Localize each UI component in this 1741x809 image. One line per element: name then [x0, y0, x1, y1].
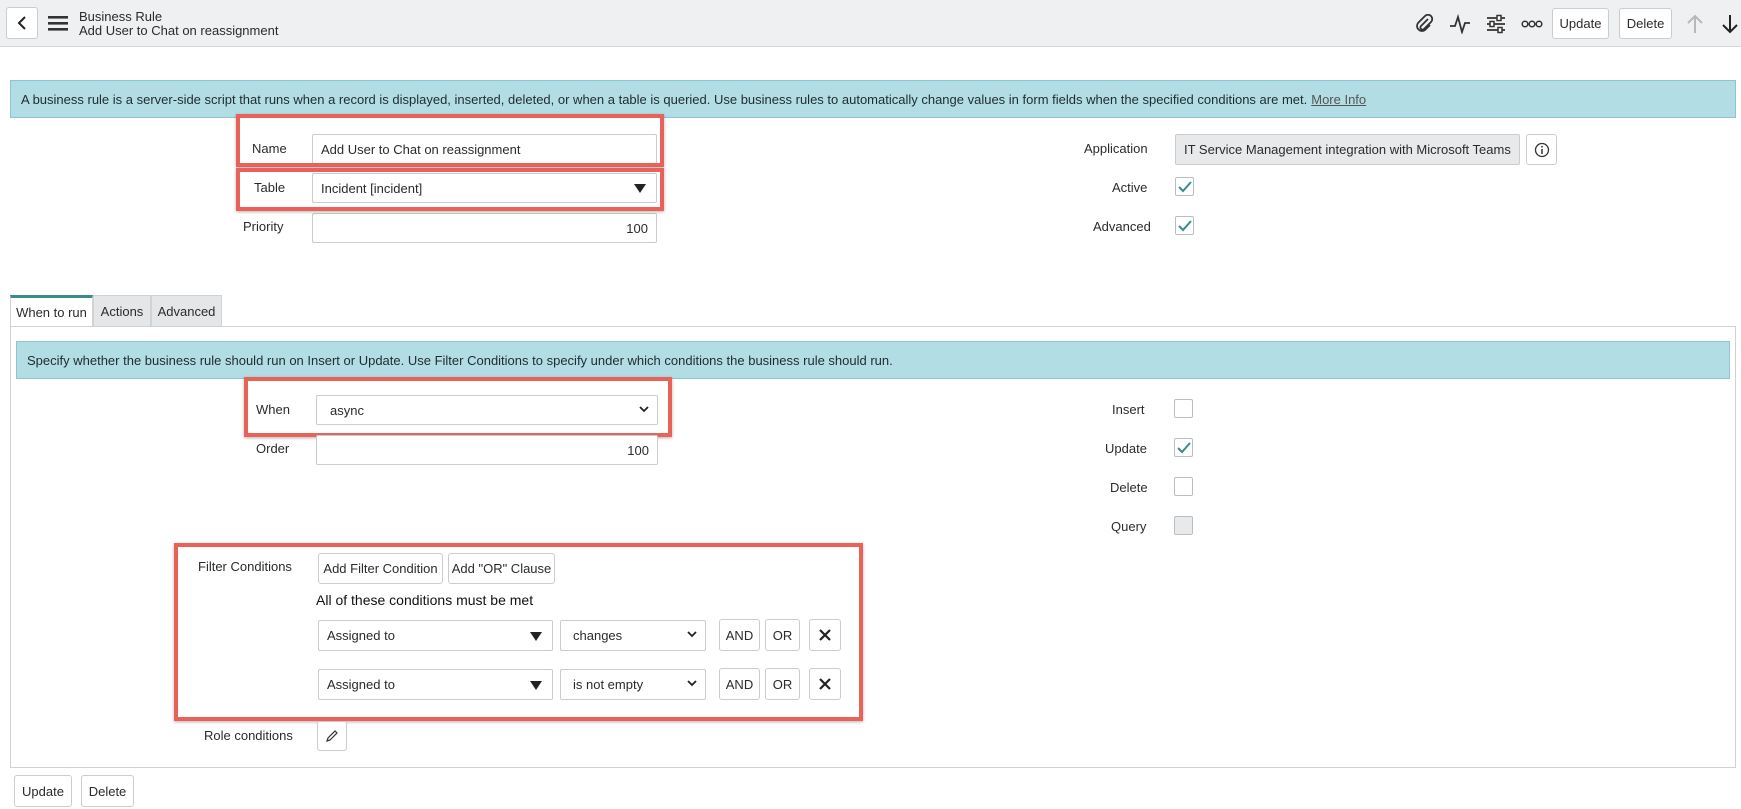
delete-checkbox[interactable] [1174, 477, 1193, 496]
chevron-left-icon [17, 16, 26, 30]
pencil-icon [326, 730, 338, 742]
back-button[interactable] [6, 7, 38, 39]
footer-update-button[interactable]: Update [14, 775, 72, 807]
add-filter-condition-button[interactable]: Add Filter Condition [318, 553, 443, 584]
record-name-title: Add User to Chat on reassignment [79, 23, 279, 38]
condition-remove-button[interactable] [809, 619, 841, 651]
advanced-checkbox[interactable] [1175, 216, 1194, 235]
insert-checkbox[interactable] [1174, 399, 1193, 418]
next-record-arrow-icon[interactable] [1718, 12, 1741, 36]
info-message-bar: A business rule is a server-side script … [10, 80, 1736, 118]
activity-pulse-icon[interactable] [1448, 12, 1472, 36]
conditions-heading: All of these conditions must be met [316, 592, 534, 608]
form-type-title: Business Rule [79, 9, 163, 24]
header-update-button[interactable]: Update [1552, 8, 1609, 39]
chevron-down-icon [687, 680, 697, 687]
condition-field-value: Assigned to [327, 628, 395, 643]
table-select-value: Incident [incident] [321, 180, 423, 196]
condition-and-button[interactable]: AND [719, 668, 760, 700]
query-label: Query [1111, 519, 1147, 534]
checkmark-icon [1176, 441, 1191, 453]
query-checkbox [1174, 516, 1193, 535]
update-checkbox[interactable] [1174, 438, 1193, 457]
info-circle-icon [1534, 142, 1549, 157]
settings-sliders-icon[interactable] [1484, 12, 1508, 36]
more-info-link[interactable]: More Info [1311, 92, 1366, 107]
tab-actions[interactable]: Actions [93, 295, 151, 327]
tab-when-to-run[interactable]: When to run [10, 295, 93, 327]
application-info-button[interactable] [1526, 134, 1557, 165]
table-select[interactable]: Incident [incident] [312, 173, 657, 203]
active-checkbox[interactable] [1175, 177, 1194, 196]
condition-field-value: Assigned to [327, 677, 395, 692]
when-to-run-panel [10, 326, 1736, 768]
add-or-clause-button[interactable]: Add "OR" Clause [448, 553, 555, 584]
active-label: Active [1112, 180, 1148, 195]
condition-operator-select[interactable]: changes [560, 620, 706, 651]
condition-and-button[interactable]: AND [719, 619, 760, 651]
role-conditions-label: Role conditions [204, 728, 293, 743]
delete-label: Delete [1110, 480, 1148, 495]
application-field: IT Service Management integration with M… [1175, 134, 1520, 165]
condition-operator-select[interactable]: is not empty [560, 669, 706, 700]
table-label: Table [254, 180, 286, 195]
caret-down-icon [530, 631, 542, 641]
tab-advanced[interactable]: Advanced [151, 295, 222, 327]
condition-remove-button[interactable] [809, 668, 841, 700]
condition-field-select[interactable]: Assigned to [318, 669, 553, 700]
when-select[interactable]: async [316, 395, 658, 425]
name-input[interactable]: Add User to Chat on reassignment [312, 134, 657, 164]
condition-field-select[interactable]: Assigned to [318, 620, 553, 651]
header-delete-button[interactable]: Delete [1619, 8, 1672, 39]
edit-role-conditions-button[interactable] [317, 721, 347, 751]
update-label: Update [1105, 441, 1147, 456]
chevron-down-icon [687, 631, 697, 638]
insert-label: Insert [1112, 402, 1145, 417]
condition-or-button[interactable]: OR [765, 619, 800, 651]
paperclip-icon[interactable] [1412, 12, 1436, 36]
footer-delete-button[interactable]: Delete [81, 775, 134, 807]
when-info-text: Specify whether the business rule should… [27, 352, 893, 368]
when-label: When [256, 402, 290, 417]
caret-down-icon [634, 184, 646, 193]
name-label: Name [252, 141, 287, 156]
close-icon [819, 629, 831, 641]
condition-operator-value: changes [573, 628, 623, 643]
checkmark-icon [1177, 219, 1192, 231]
condition-operator-value: is not empty [573, 677, 644, 692]
info-message-text: A business rule is a server-side script … [21, 91, 1308, 107]
chevron-down-icon [639, 406, 649, 413]
priority-label: Priority [243, 219, 284, 234]
order-input[interactable]: 100 [316, 435, 658, 465]
filter-conditions-label: Filter Conditions [198, 559, 292, 574]
checkmark-icon [1177, 180, 1192, 192]
advanced-label: Advanced [1093, 219, 1151, 234]
caret-down-icon [530, 680, 542, 690]
priority-input[interactable]: 100 [312, 213, 657, 243]
previous-record-arrow-icon[interactable] [1683, 12, 1707, 36]
when-info-bar: Specify whether the business rule should… [16, 341, 1730, 379]
hamburger-menu-icon[interactable] [47, 13, 69, 33]
more-options-icon[interactable] [1520, 12, 1544, 36]
condition-or-button[interactable]: OR [765, 668, 800, 700]
close-icon [819, 678, 831, 690]
form-header: Business Rule Add User to Chat on reassi… [0, 0, 1741, 47]
application-label: Application [1084, 141, 1148, 156]
when-select-value: async [330, 402, 364, 418]
order-label: Order [256, 441, 290, 456]
